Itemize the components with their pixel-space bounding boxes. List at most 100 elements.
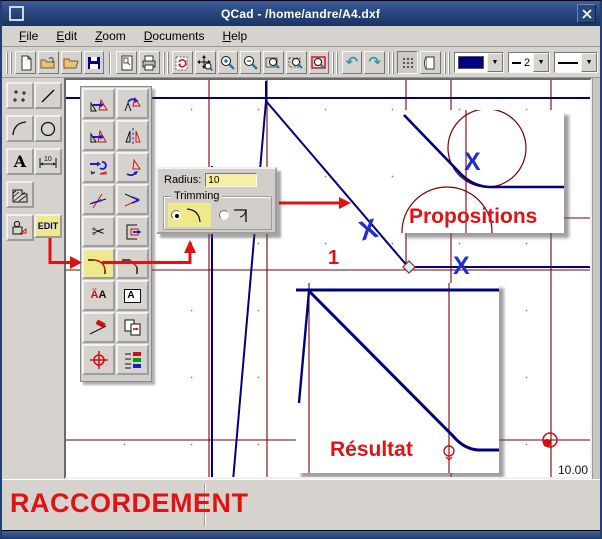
measure-tool-button[interactable] [6, 214, 34, 241]
move-copy-tool-button[interactable] [82, 120, 115, 151]
stretch-tool-button[interactable] [116, 216, 149, 247]
mirror-tool-button[interactable] [116, 120, 149, 151]
line-tool-button[interactable] [34, 82, 62, 109]
vertical-scrollbar[interactable] [592, 78, 602, 479]
zoom-pan-icon [197, 55, 213, 71]
chevron-down-icon[interactable]: ▼ [581, 53, 597, 72]
close-button[interactable] [577, 4, 596, 23]
radius-input[interactable] [205, 173, 257, 187]
fillet-tool-button[interactable] [82, 248, 115, 279]
bevel-tool-button[interactable] [116, 248, 149, 279]
edit-text-tool-button[interactable]: ÄA [82, 280, 115, 311]
new-document-button[interactable] [15, 51, 36, 74]
chevron-down-icon[interactable]: ▼ [533, 53, 549, 72]
menu-help[interactable]: Help [213, 27, 256, 45]
redo-button[interactable]: ↷ [364, 51, 385, 74]
text-tool-button[interactable]: A [6, 148, 34, 175]
point-tool-button[interactable] [6, 82, 34, 109]
redo-icon: ↷ [368, 55, 381, 70]
dimension-tool-button[interactable]: 10 [34, 148, 62, 175]
move-tool-button[interactable] [82, 88, 115, 119]
attributes-tool-button[interactable]: A [116, 280, 149, 311]
toolbar-grip[interactable] [444, 52, 450, 74]
trim-off-option[interactable] [219, 206, 254, 224]
toolbar-grip[interactable] [6, 52, 12, 74]
radio-unselected-icon[interactable] [219, 210, 229, 220]
snap-crosshair-icon [88, 350, 110, 370]
system-menu-icon[interactable] [9, 6, 24, 21]
radius-label: Radius: [164, 174, 201, 186]
explode-tool-button[interactable] [116, 312, 149, 343]
rotate-tool-button[interactable] [116, 88, 149, 119]
coordinate-readout: 10.00 [558, 463, 588, 477]
draw-tools-panel: A 10 EDIT [2, 78, 64, 479]
rotate-two-tool-button[interactable] [82, 152, 115, 183]
move-rotate-tool-button[interactable] [116, 152, 149, 183]
undo-button[interactable]: ↶ [342, 51, 363, 74]
color-select[interactable]: ▼ [454, 52, 504, 73]
close-icon [582, 9, 592, 19]
snap-settings-button[interactable] [82, 344, 115, 375]
mirror-icon [122, 126, 144, 146]
edit-tools-panel: ✂ ÄA A [80, 86, 152, 382]
edit-mode-button[interactable]: EDIT [34, 214, 62, 238]
save-button[interactable] [84, 51, 105, 74]
rotate-two-icon [88, 158, 110, 178]
resultat-inset: Résultat [296, 283, 499, 473]
line-width-select[interactable]: 2 ▼ [508, 52, 550, 73]
edit-text-icon-black: A [99, 289, 107, 301]
menu-zoom[interactable]: Zoom [86, 27, 135, 45]
x-mark-2: X [453, 252, 470, 280]
radio-selected-icon[interactable] [171, 210, 181, 220]
trim-tool-button[interactable] [82, 184, 115, 215]
cut-tool-button[interactable]: ✂ [82, 216, 115, 247]
chevron-down-icon[interactable]: ▼ [487, 53, 503, 72]
title-bar[interactable]: QCad - /home/andre/A4.dxf [2, 1, 600, 26]
trim-icon [88, 190, 110, 210]
trim-two-icon [122, 190, 144, 210]
menu-edit[interactable]: Edit [47, 27, 86, 45]
measure-icon [11, 219, 29, 237]
fillet-icon [87, 253, 111, 275]
delete-tool-button[interactable] [82, 312, 115, 343]
window-title: QCad - /home/andre/A4.dxf [24, 7, 577, 21]
hatch-tool-button[interactable] [6, 181, 34, 208]
toolbar-grip[interactable] [388, 52, 394, 74]
qcad-window: QCad - /home/andre/A4.dxf File Edit Zoom… [0, 0, 602, 539]
print-preview-button[interactable] [116, 51, 137, 74]
toolbar-grip[interactable] [163, 52, 169, 74]
menu-documents[interactable]: Documents [135, 27, 214, 45]
zoom-in-button[interactable] [218, 51, 239, 74]
trim-two-tool-button[interactable] [116, 184, 149, 215]
width-sample-icon [512, 62, 521, 64]
zoom-out-icon [243, 55, 259, 71]
x-mark-1: X [356, 213, 381, 246]
window-bottom-frame [2, 530, 600, 539]
open-folder-button[interactable] [61, 51, 82, 74]
toolbar-grip[interactable] [332, 52, 338, 74]
explode-icon [122, 318, 144, 338]
circle-tool-button[interactable] [34, 115, 62, 142]
trim-on-option[interactable] [168, 203, 211, 227]
zoom-auto-button[interactable] [286, 51, 307, 74]
layer-list-button[interactable] [116, 344, 149, 375]
print-button[interactable] [139, 51, 160, 74]
open-drawing-button[interactable] [38, 51, 59, 74]
trimming-label: Trimming [171, 190, 222, 202]
line-style-select[interactable]: ▼ [554, 52, 598, 73]
dimension-icon: 10 [38, 153, 58, 171]
new-document-icon [18, 55, 34, 71]
style-sample-icon [558, 62, 578, 64]
library-browser-button[interactable] [420, 51, 441, 74]
arc-tool-button[interactable] [6, 115, 34, 142]
zoom-pan-button[interactable] [195, 51, 216, 74]
zoom-window-button[interactable] [263, 51, 284, 74]
redraw-button[interactable] [172, 51, 193, 74]
grid-toggle-button[interactable] [397, 51, 418, 74]
zoom-out-button[interactable] [240, 51, 261, 74]
undo-icon: ↶ [346, 55, 359, 70]
zoom-previous-button[interactable] [309, 51, 330, 74]
menu-file[interactable]: File [10, 27, 47, 45]
dimension-sample-value: 10 [44, 156, 52, 163]
cut-icon: ✂ [92, 224, 105, 240]
